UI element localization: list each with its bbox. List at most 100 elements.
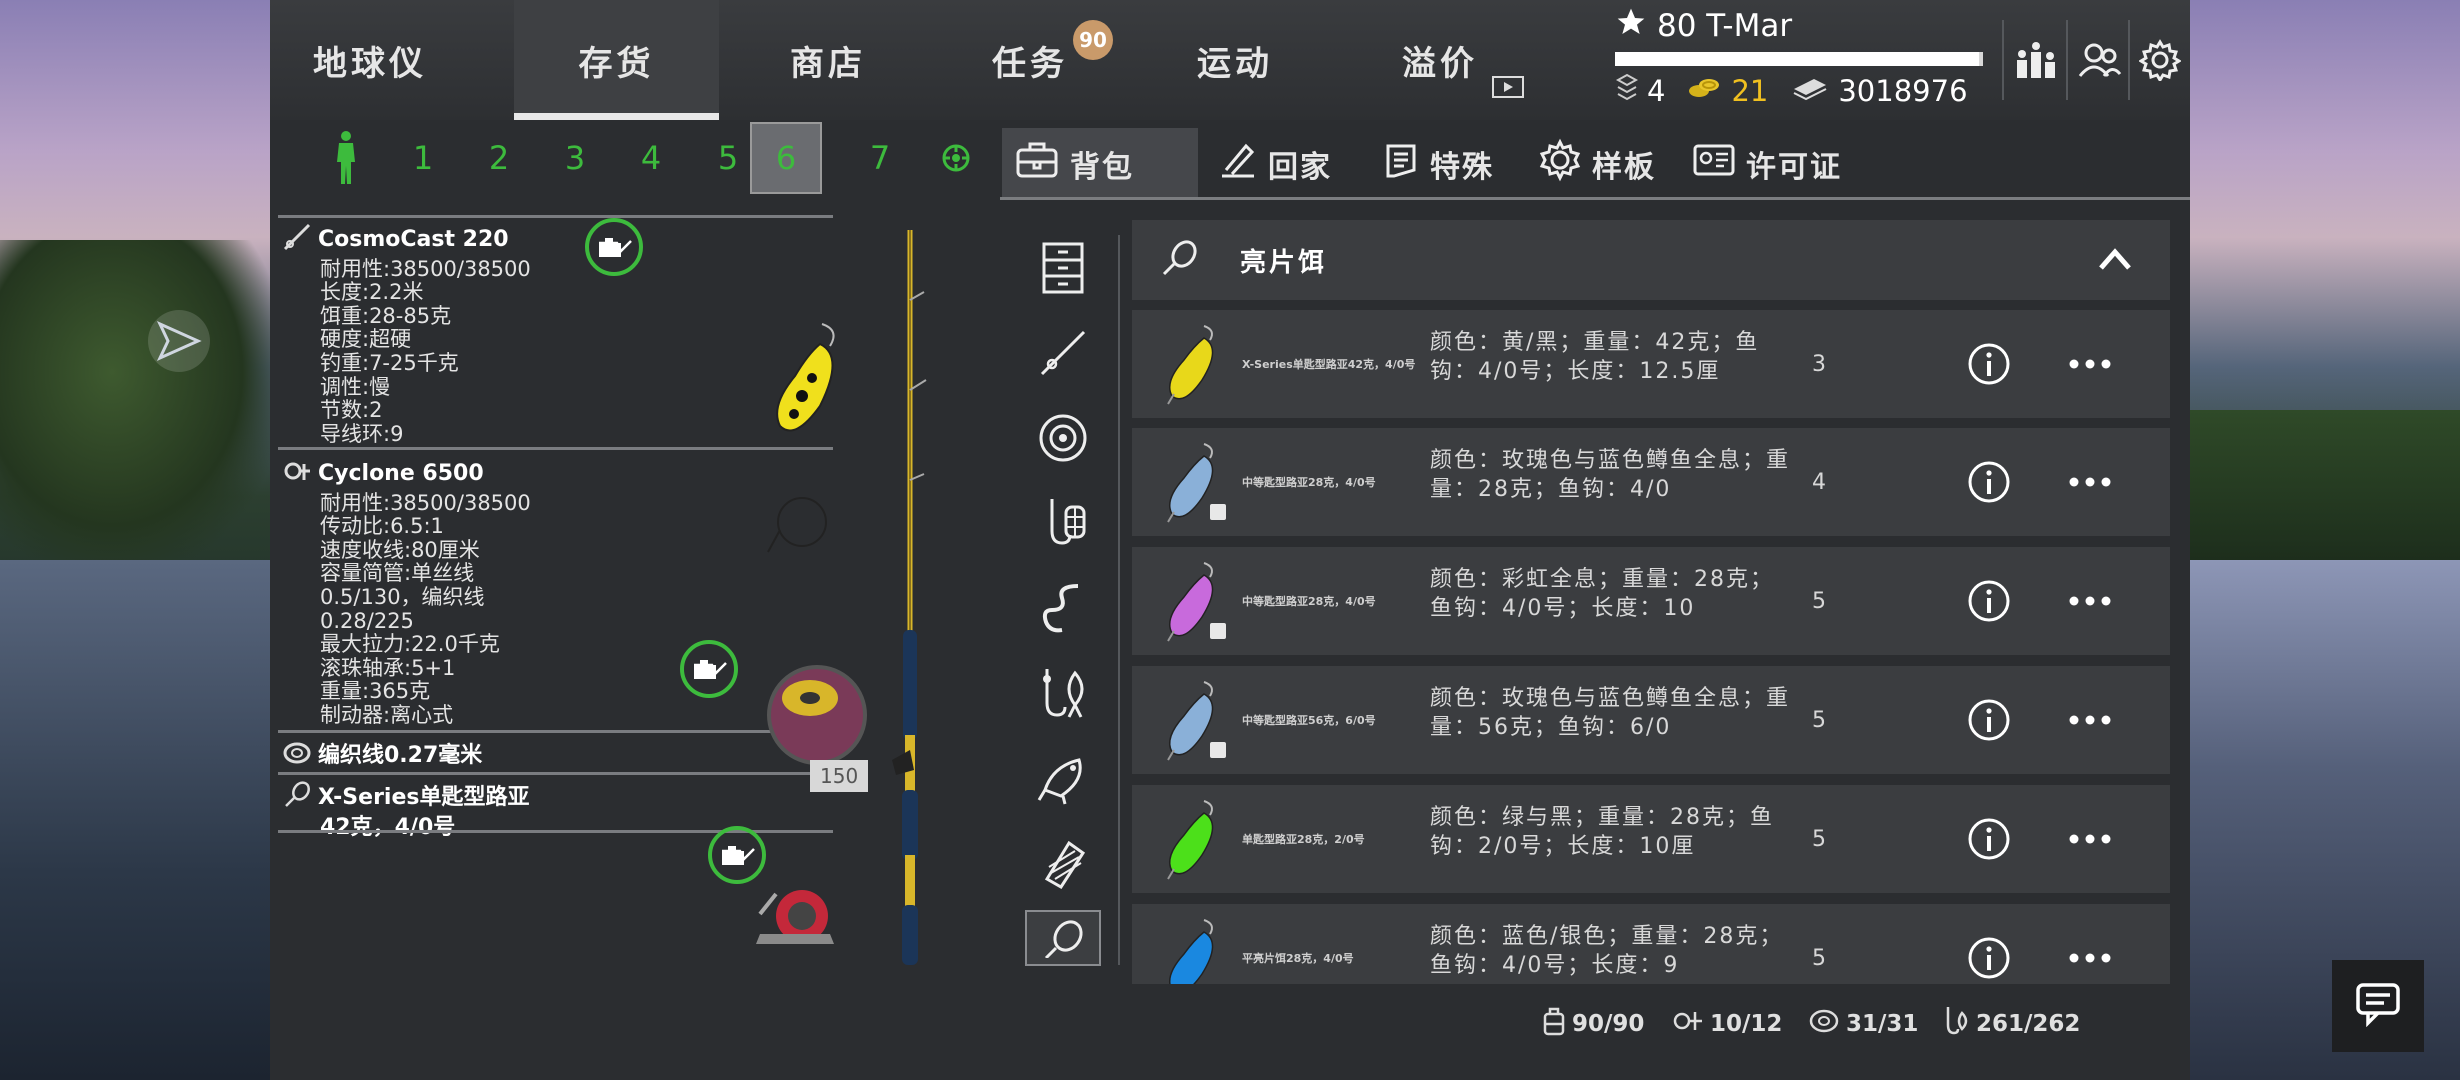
lure-list-item[interactable]: 平亮片饵28克，4/0号 颜色：蓝色/银色；重量：28克；鱼钩：4/0号；长度：9… <box>1132 904 2170 984</box>
category-rods-icon[interactable] <box>1025 315 1101 391</box>
rod-slot-4-label: 4 <box>640 139 662 177</box>
category-lines-icon[interactable] <box>1025 400 1101 476</box>
rod-slot-5-label: 5 <box>717 139 739 177</box>
more-options-icon[interactable] <box>2065 817 2115 861</box>
category-cabinet-icon[interactable] <box>1025 230 1101 306</box>
tab-shop-label: 商店 <box>790 43 866 84</box>
rod-slot-1[interactable]: 1 <box>387 122 459 194</box>
home-sign-icon <box>1218 140 1258 188</box>
rod-slot-6-label: 6 <box>775 139 797 177</box>
rod-header: CosmoCast 220 <box>282 222 837 258</box>
lure-item-name: 中等匙型路亚28克，4/0号 <box>1242 476 1376 489</box>
tab-backpack[interactable]: 背包 <box>1002 128 1198 200</box>
lure-list-item[interactable]: 中等匙型路亚28克，4/0号 颜色：玫瑰色与蓝色鳟鱼全息；重量：28克；鱼钩：4/… <box>1132 428 2170 536</box>
category-divider <box>1118 235 1120 965</box>
tab-home[interactable]: 回家 <box>1218 128 1332 200</box>
rod-slot-3[interactable]: 3 <box>539 122 611 194</box>
tab-quests[interactable]: 任务 <box>950 0 1110 120</box>
settings-gear-icon[interactable] <box>2132 30 2188 90</box>
tab-inventory[interactable]: 存货 <box>514 0 719 120</box>
category-worms-icon[interactable] <box>1025 570 1101 646</box>
category-fish-bait-icon[interactable] <box>1025 655 1101 731</box>
rod-slot-7[interactable]: 7 <box>844 122 916 194</box>
tab-quests-label: 任务 <box>992 43 1068 84</box>
lure-item-description: 颜色：蓝色/银色；重量：28克；鱼钩：4/0号；长度：9 <box>1430 924 1784 978</box>
gold-count: 21 <box>1731 73 1769 108</box>
tab-globe[interactable]: 地球仪 <box>290 0 450 120</box>
subtab-underline <box>1000 197 2190 200</box>
line-info[interactable]: 编织线0.27毫米 <box>282 738 837 774</box>
star-icon <box>1615 6 1647 46</box>
angler-silhouette-icon[interactable] <box>310 122 382 194</box>
category-header[interactable]: 亮片饵 <box>1132 220 2170 300</box>
lure-header: X-Series单匙型路亚 <box>282 780 837 816</box>
more-options-icon[interactable] <box>2065 698 2115 742</box>
background-water-left <box>0 560 280 1080</box>
background-trees-left <box>0 240 280 570</box>
backpack-small-icon <box>1542 1006 1566 1042</box>
rod-name: CosmoCast 220 <box>318 227 509 252</box>
more-options-icon[interactable] <box>2065 579 2115 623</box>
lure-item-name: 平亮片饵28克，4/0号 <box>1242 952 1354 965</box>
info-circle-icon[interactable] <box>1967 936 2011 980</box>
info-circle-icon[interactable] <box>1967 460 2011 504</box>
rod-spec-length: 长度:2.2米 <box>320 280 424 305</box>
category-hooks-baits-icon[interactable] <box>1025 485 1101 561</box>
tab-templates[interactable]: 样板 <box>1538 128 1656 200</box>
rod-slot-3-label: 3 <box>564 139 586 177</box>
reel-repair-oilcan-button[interactable] <box>680 640 738 698</box>
lure-list-item[interactable]: 中等匙型路亚56克，6/0号 颜色：玫瑰色与蓝色鳟鱼全息；重量：56克；鱼钩：6/… <box>1132 666 2170 774</box>
category-wobbler-icon[interactable] <box>1025 740 1101 816</box>
rods-capacity: 10/12 <box>1670 1006 1782 1042</box>
lure-list-item[interactable]: X-Series单匙型路亚42克，4/0号 颜色：黄/黑；重量：42克；鱼钩：4/… <box>1132 310 2170 418</box>
info-circle-icon[interactable] <box>1967 579 2011 623</box>
baits-capacity-value: 261/262 <box>1976 1011 2081 1037</box>
info-circle-icon[interactable] <box>1967 698 2011 742</box>
slot-settings-icon[interactable] <box>920 122 992 194</box>
info-circle-icon[interactable] <box>1967 342 2011 386</box>
banknotes-icon <box>1790 73 1830 108</box>
lure-item-name: 中等匙型路亚56克，6/0号 <box>1242 714 1376 727</box>
rod-slot-2[interactable]: 2 <box>463 122 535 194</box>
friends-icon[interactable] <box>2071 30 2127 90</box>
lure-item-quantity: 3 <box>1812 351 1826 377</box>
more-options-icon[interactable] <box>2065 460 2115 504</box>
tab-templates-label: 样板 <box>1592 150 1656 185</box>
lure-item-description: 颜色：玫瑰色与蓝色鳟鱼全息；重量：28克；鱼钩：4/0 <box>1430 448 1791 502</box>
more-options-icon[interactable] <box>2065 936 2115 980</box>
rod-slot-6[interactable]: 6 <box>750 122 822 194</box>
rod-slot-4[interactable]: 4 <box>615 122 687 194</box>
reel-icon <box>282 456 312 492</box>
chevron-up-icon[interactable] <box>2097 244 2133 278</box>
spoon-category-icon <box>1158 238 1202 282</box>
lure-list-item[interactable]: 中等匙型路亚28克，4/0号 颜色：彩虹全息；重量：28克；鱼钩：4/0号；长度：… <box>1132 547 2170 655</box>
send-arrow-icon <box>148 310 210 372</box>
rod-repair-oilcan-button[interactable] <box>585 218 643 276</box>
reel-info[interactable]: Cyclone 6500 耐用性:38500/38500 传动比:6.5:1 速… <box>282 456 837 728</box>
info-circle-icon[interactable] <box>1967 817 2011 861</box>
lure-item-name: 单匙型路亚28克，2/0号 <box>1242 833 1365 846</box>
lure-item-quantity: 5 <box>1812 826 1826 852</box>
tab-license[interactable]: 许可证 <box>1692 128 1842 200</box>
video-ad-icon[interactable] <box>1492 75 1524 103</box>
lure-item-name: X-Series单匙型路亚42克，4/0号 <box>1242 358 1416 371</box>
category-spoon-icon[interactable] <box>1025 910 1101 966</box>
more-options-icon[interactable] <box>2065 342 2115 386</box>
tab-sport[interactable]: 运动 <box>1155 0 1315 120</box>
reel-image[interactable] <box>740 874 850 968</box>
leaderboard-icon[interactable] <box>2008 30 2064 90</box>
rod-illustration <box>890 230 930 970</box>
category-soft-lure-icon[interactable] <box>1025 825 1101 901</box>
leader-wire-image[interactable] <box>762 490 832 564</box>
tab-special[interactable]: 特殊 <box>1380 128 1494 200</box>
tab-shop[interactable]: 商店 <box>748 0 908 120</box>
equipped-lure-image[interactable] <box>750 316 850 450</box>
braided-line-spool-image[interactable] <box>762 660 872 774</box>
top-separator <box>2128 20 2130 100</box>
player-stats: 80 T-Mar 4 21 3018976 <box>1615 6 2035 114</box>
tab-license-label: 许可证 <box>1746 150 1842 185</box>
lure-list-item[interactable]: 单匙型路亚28克，2/0号 颜色：绿与黑；重量：28克；鱼钩：2/0号；长度：10… <box>1132 785 2170 893</box>
lure-name: X-Series单匙型路亚 <box>318 785 530 810</box>
reel-spec: 滚珠轴承:5+1 <box>320 655 456 680</box>
chat-button[interactable] <box>2332 960 2424 1052</box>
